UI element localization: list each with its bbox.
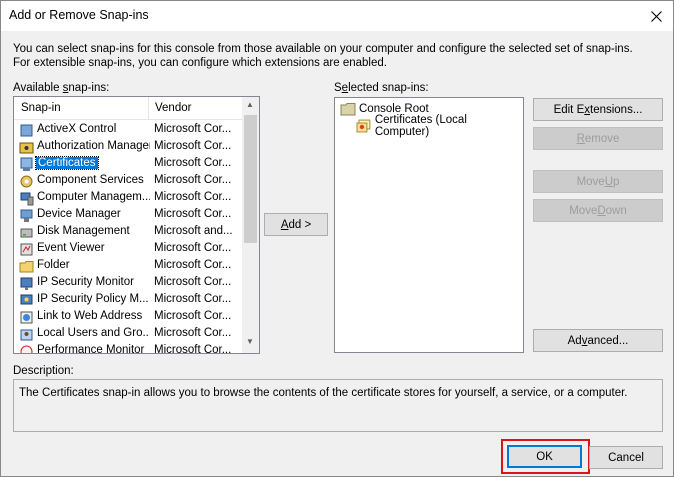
component-services-icon (19, 174, 34, 189)
column-header-vendor[interactable]: Vendor (155, 102, 191, 114)
snapin-vendor: Microsoft Cor... (154, 310, 232, 322)
add-button[interactable]: Add > (264, 213, 328, 236)
snapin-name: Computer Managem... (37, 191, 150, 203)
list-header: Snap-in Vendor (14, 97, 242, 120)
snapin-name: Component Services (37, 174, 144, 186)
snapin-vendor: Microsoft Cor... (154, 276, 232, 288)
device-manager-icon (19, 208, 34, 223)
disk-management-icon (19, 225, 34, 240)
move-down-button[interactable]: Move Down (533, 199, 663, 222)
certificates-icon (19, 157, 34, 172)
close-button[interactable] (639, 1, 673, 31)
snapin-name: Device Manager (37, 208, 121, 220)
snapin-rows: ActiveX Control Microsoft Cor... Authoriza… (14, 122, 242, 354)
list-item[interactable]: Local Users and Gro... Microsoft Cor... (14, 326, 242, 343)
snapin-vendor: Microsoft Cor... (154, 123, 232, 135)
snapin-vendor: Microsoft Cor... (154, 344, 232, 354)
snapin-name: Disk Management (37, 225, 130, 237)
folder-icon (19, 259, 34, 274)
activex-icon (19, 123, 34, 138)
snapin-name: IP Security Policy M... (37, 293, 149, 305)
list-item[interactable]: Authorization Manager Microsoft Cor... (14, 139, 242, 156)
list-item[interactable]: Disk Management Microsoft and... (14, 224, 242, 241)
available-snapins-label: Available snap-ins: (13, 82, 110, 94)
snapin-vendor: Microsoft Cor... (154, 174, 232, 186)
move-up-button[interactable]: Move Up (533, 170, 663, 193)
snapin-name: Performance Monitor (37, 344, 145, 354)
description-box: The Certificates snap-in allows you to b… (13, 379, 663, 432)
list-item[interactable]: IP Security Policy M... Microsoft Cor... (14, 292, 242, 309)
snapin-name: Event Viewer (37, 242, 105, 254)
list-item[interactable]: IP Security Monitor Microsoft Cor... (14, 275, 242, 292)
computer-management-icon (19, 191, 34, 206)
selected-snapins-tree[interactable]: Console Root Certificates (Local Compute… (334, 97, 524, 353)
list-item[interactable]: Link to Web Address Microsoft Cor... (14, 309, 242, 326)
selected-snapins-label: Selected snap-ins: (334, 82, 429, 94)
vertical-scrollbar[interactable]: ▲ ▼ (242, 97, 259, 353)
window-title: Add or Remove Snap-ins (9, 8, 149, 22)
snapin-vendor: Microsoft Cor... (154, 191, 232, 203)
description-label: Description: (13, 365, 74, 377)
scrollbar-thumb[interactable] (244, 115, 257, 243)
tree-item-certificates[interactable]: Certificates (Local Computer) (356, 114, 523, 138)
event-viewer-icon (19, 242, 34, 257)
column-header-snapin[interactable]: Snap-in (21, 102, 61, 114)
snapin-name: Folder (37, 259, 70, 271)
snapin-vendor: Microsoft Cor... (154, 242, 232, 254)
intro-text: You can select snap-ins for this console… (13, 43, 633, 69)
ip-security-policy-icon (19, 293, 34, 308)
local-users-icon (19, 327, 34, 342)
close-icon (650, 10, 662, 22)
description-text: The Certificates snap-in allows you to b… (19, 387, 628, 399)
snapin-vendor: Microsoft and... (154, 225, 233, 237)
list-item[interactable]: Component Services Microsoft Cor... (14, 173, 242, 190)
snapin-name: Local Users and Gro... (37, 327, 150, 339)
snapin-name: Certificates (35, 156, 99, 170)
list-item[interactable]: Folder Microsoft Cor... (14, 258, 242, 275)
certificate-icon (356, 119, 371, 133)
list-item[interactable]: Device Manager Microsoft Cor... (14, 207, 242, 224)
remove-button[interactable]: Remove (533, 127, 663, 150)
list-item[interactable]: Event Viewer Microsoft Cor... (14, 241, 242, 258)
snapin-name: Link to Web Address (37, 310, 143, 322)
add-remove-snapins-dialog: Add or Remove Snap-ins You can select sn… (0, 0, 674, 477)
column-separator[interactable] (148, 97, 149, 119)
snapin-vendor: Microsoft Cor... (154, 327, 232, 339)
list-item[interactable]: Certificates Microsoft Cor... (14, 156, 242, 173)
list-item[interactable]: Computer Managem... Microsoft Cor... (14, 190, 242, 207)
advanced-button[interactable]: Ad v anced... (533, 329, 663, 352)
list-item[interactable]: ActiveX Control Microsoft Cor... (14, 122, 242, 139)
snapin-name: IP Security Monitor (37, 276, 134, 288)
snapin-vendor: Microsoft Cor... (154, 208, 232, 220)
snapin-vendor: Microsoft Cor... (154, 157, 232, 169)
title-bar: Add or Remove Snap-ins (1, 1, 673, 31)
snapin-vendor: Microsoft Cor... (154, 140, 232, 152)
snapin-name: ActiveX Control (37, 123, 117, 135)
edit-extensions-button[interactable]: Edit Ex tensions... (533, 98, 663, 121)
console-root-folder-icon (340, 103, 356, 116)
scroll-down-icon[interactable]: ▼ (246, 337, 254, 346)
cancel-button[interactable]: Cancel (589, 446, 663, 469)
list-item[interactable]: Performance Monitor Microsoft Cor... (14, 343, 242, 354)
scroll-up-icon[interactable]: ▲ (246, 100, 254, 109)
ip-security-monitor-icon (19, 276, 34, 291)
ok-button[interactable]: OK (507, 445, 582, 468)
web-link-icon (19, 310, 34, 325)
snapin-vendor: Microsoft Cor... (154, 259, 232, 271)
authorization-icon (19, 140, 34, 155)
snapin-vendor: Microsoft Cor... (154, 293, 232, 305)
tree-label-certificates: Certificates (Local Computer) (374, 114, 467, 138)
snapin-name: Authorization Manager (37, 140, 150, 152)
available-snapins-list[interactable]: Snap-in Vendor ActiveX Control Microsoft … (13, 96, 260, 354)
performance-monitor-icon (19, 344, 34, 353)
